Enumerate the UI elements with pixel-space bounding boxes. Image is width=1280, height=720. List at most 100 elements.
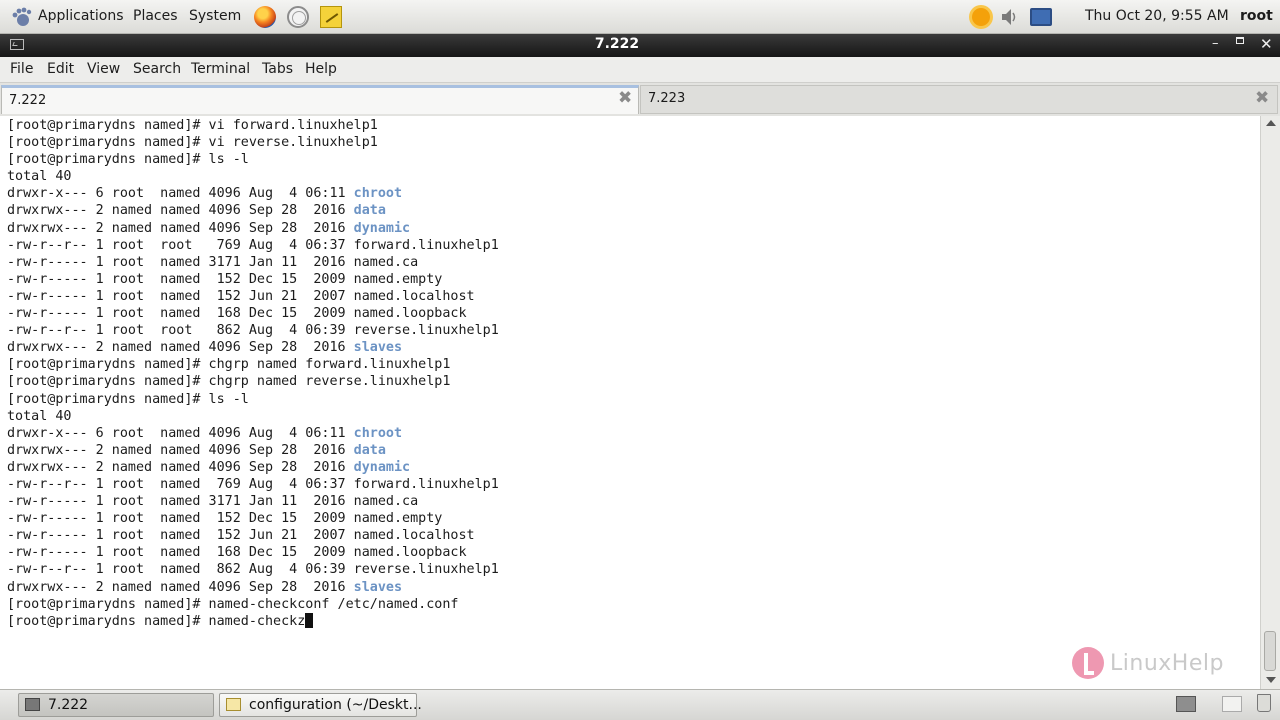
directory-name: data (353, 442, 386, 458)
close-button[interactable]: ✕ (1260, 35, 1273, 53)
notes-icon[interactable] (320, 6, 342, 28)
terminal-line: drwxrwx--- 2 named named 4096 Sep 28 201… (7, 221, 410, 236)
terminal-line: -rw-r----- 1 root named 152 Dec 15 2009 … (7, 272, 442, 287)
terminal-line: [root@primarydns named]# ls -l (7, 392, 249, 407)
system-menu[interactable]: System (189, 8, 241, 24)
file-meta: -rw-r--r-- 1 root named 862 Aug 4 06:39 (7, 562, 354, 578)
menu-help[interactable]: Help (305, 61, 337, 77)
applications-menu[interactable]: Applications (38, 8, 124, 24)
terminal-line: [root@primarydns named]# chgrp named rev… (7, 374, 450, 389)
terminal-line: -rw-r----- 1 root named 152 Jun 21 2007 … (7, 289, 475, 304)
tab-7-222[interactable]: 7.222 ✖ (1, 85, 639, 114)
file-name: reverse.linuxhelp1 (353, 562, 499, 578)
watermark-text: LinuxHelp (1110, 651, 1224, 676)
terminal-line: -rw-r----- 1 root named 168 Dec 15 2009 … (7, 306, 467, 321)
clock[interactable]: Thu Oct 20, 9:55 AM (1085, 8, 1229, 24)
gnome-foot-icon[interactable] (10, 7, 32, 27)
menu-file[interactable]: File (10, 61, 33, 77)
terminal-line: total 40 (7, 169, 72, 185)
user-menu[interactable]: root (1240, 8, 1273, 24)
file-name: named.localhost (353, 288, 475, 304)
tab-close-icon[interactable]: ✖ (618, 88, 632, 108)
maximize-button[interactable] (1236, 37, 1244, 44)
network-icon[interactable] (287, 6, 309, 28)
terminal-line: -rw-r----- 1 root named 3171 Jan 11 2016… (7, 255, 418, 270)
directory-name: dynamic (353, 220, 411, 236)
terminal-line: [root@primarydns named]# ls -l (7, 152, 249, 167)
terminal-line: [root@primarydns named]# named-checkz (7, 612, 314, 629)
shell-command: ls -l (208, 152, 249, 168)
terminal-line: [root@primarydns named]# chgrp named for… (7, 357, 450, 372)
terminal-line: drwxr-x--- 6 root named 4096 Aug 4 06:11… (7, 186, 402, 201)
file-name: named.ca (353, 254, 419, 270)
firefox-icon[interactable] (254, 6, 276, 28)
scroll-thumb[interactable] (1264, 631, 1276, 671)
menu-terminal[interactable]: Terminal (191, 61, 250, 77)
file-name: named.loopback (353, 545, 467, 561)
trash-icon[interactable] (1257, 694, 1271, 712)
weather-sun-icon[interactable] (972, 8, 990, 26)
shell-command: chgrp named forward.linuxhelp1 (208, 357, 451, 373)
file-meta: -rw-r----- 1 root named 168 Dec 15 2009 (7, 545, 354, 561)
file-name: named.empty (353, 271, 443, 287)
menu-search[interactable]: Search (133, 61, 181, 77)
file-meta: -rw-r----- 1 root named 168 Dec 15 2009 (7, 306, 354, 322)
text-editor-icon (226, 698, 241, 711)
volume-icon[interactable] (1000, 6, 1018, 28)
scroll-up-icon[interactable] (1266, 120, 1276, 126)
file-meta: drwxrwx--- 2 named named 4096 Sep 28 201… (7, 579, 354, 595)
workspace-1[interactable] (1176, 696, 1196, 712)
shell-command: vi forward.linuxhelp1 (208, 118, 378, 133)
terminal-line: -rw-r----- 1 root named 152 Jun 21 2007 … (7, 528, 475, 543)
linuxhelp-watermark: LinuxHelp (1072, 645, 1232, 685)
shell-prompt: [root@primarydns named]# (7, 135, 209, 151)
text-cursor (305, 612, 314, 628)
terminal-line: -rw-r----- 1 root named 152 Dec 15 2009 … (7, 511, 442, 526)
terminal-line: [root@primarydns named]# vi forward.linu… (7, 118, 378, 133)
tab-close-icon[interactable]: ✖ (1255, 88, 1269, 108)
shell-prompt: [root@primarydns named]# (7, 391, 209, 407)
shell-prompt: [root@primarydns named]# (7, 374, 209, 390)
directory-name: slaves (353, 579, 403, 595)
directory-name: dynamic (353, 459, 411, 475)
terminal-output[interactable]: [root@primarydns named]# vi forward.linu… (0, 116, 1260, 689)
workspace-2[interactable] (1222, 696, 1242, 712)
terminal-line: total 40 (7, 408, 72, 424)
shell-command: chgrp named reverse.linuxhelp1 (208, 374, 451, 390)
file-meta: -rw-r----- 1 root named 152 Jun 21 2007 (7, 528, 354, 544)
menu-view[interactable]: View (87, 61, 120, 77)
menu-tabs[interactable]: Tabs (262, 61, 293, 77)
file-meta: -rw-r--r-- 1 root root 862 Aug 4 06:39 (7, 323, 354, 339)
menu-edit[interactable]: Edit (47, 61, 74, 77)
file-meta: -rw-r----- 1 root named 152 Dec 15 2009 (7, 271, 354, 287)
file-meta: -rw-r----- 1 root named 152 Dec 15 2009 (7, 511, 354, 527)
terminal-line: [root@primarydns named]# named-checkconf… (7, 597, 458, 612)
file-name: named.localhost (353, 528, 475, 544)
tab-label: 7.222 (9, 93, 47, 108)
terminal-line: -rw-r----- 1 root named 168 Dec 15 2009 … (7, 545, 467, 560)
places-menu[interactable]: Places (133, 8, 178, 24)
tab-7-223[interactable]: 7.223 ✖ (640, 85, 1278, 114)
file-name: named.empty (353, 511, 443, 527)
tab-label: 7.223 (648, 91, 686, 106)
file-meta: -rw-r----- 1 root named 3171 Jan 11 2016 (7, 254, 354, 270)
shell-prompt: [root@primarydns named]# (7, 118, 209, 133)
file-meta: -rw-r----- 1 root named 3171 Jan 11 2016 (7, 494, 354, 510)
display-icon[interactable] (1030, 8, 1052, 26)
taskbar-item-terminal[interactable]: 7.222 (18, 693, 214, 717)
scroll-down-icon[interactable] (1266, 677, 1276, 683)
terminal-line: -rw-r--r-- 1 root root 769 Aug 4 06:37 f… (7, 238, 499, 253)
terminal-line: drwxrwx--- 2 named named 4096 Sep 28 201… (7, 443, 386, 458)
shell-command: named-checkconf /etc/named.conf (208, 596, 459, 612)
file-meta: drwxrwx--- 2 named named 4096 Sep 28 201… (7, 203, 354, 219)
shell-prompt: [root@primarydns named]# (7, 357, 209, 373)
terminal-line: -rw-r--r-- 1 root root 862 Aug 4 06:39 r… (7, 323, 499, 338)
file-meta: -rw-r--r-- 1 root named 769 Aug 4 06:37 (7, 476, 354, 492)
taskbar-item-configuration[interactable]: configuration (~/Deskt... (219, 693, 422, 717)
window-titlebar[interactable]: 7.222 – ✕ (0, 34, 1280, 57)
shell-prompt: [root@primarydns named]# (7, 596, 209, 612)
terminal-line: -rw-r--r-- 1 root named 862 Aug 4 06:39 … (7, 562, 499, 577)
minimize-button[interactable]: – (1212, 36, 1219, 51)
scrollbar[interactable] (1260, 116, 1280, 689)
directory-name: slaves (353, 340, 403, 356)
